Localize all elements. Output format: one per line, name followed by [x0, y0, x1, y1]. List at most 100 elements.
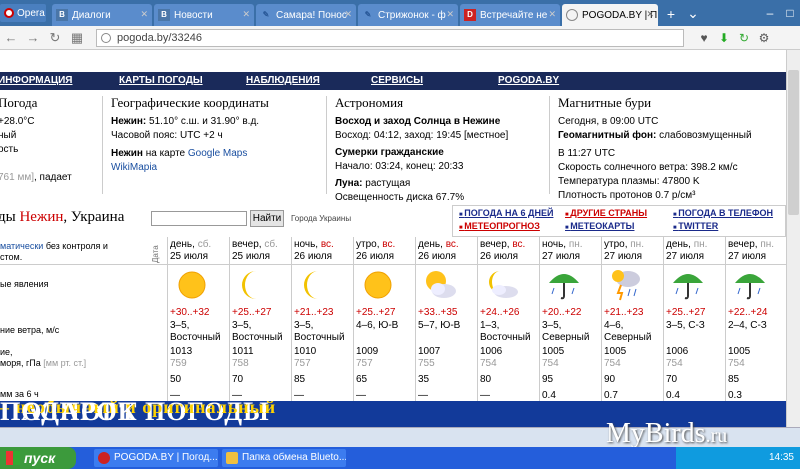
day-of-week: пн. — [760, 239, 775, 250]
column-divider — [725, 237, 726, 401]
nav-link-services[interactable]: СЕРВИСЫ — [371, 75, 423, 86]
start-button[interactable]: пуск — [0, 447, 76, 469]
google-maps-link[interactable]: Google Maps — [188, 148, 247, 159]
windows-taskbar: пуск POGODA.BY | Погод... Папка обмена B… — [0, 447, 800, 469]
link-phone[interactable]: ПОГОДА В ТЕЛЕФОН — [673, 208, 773, 218]
tab-close-icon[interactable]: ✕ — [646, 9, 654, 20]
clock: 14:35 — [768, 452, 794, 463]
wind-direction: Северный — [604, 332, 652, 343]
humidity: 35 — [418, 374, 430, 385]
reload-icon[interactable]: ↻ — [44, 30, 66, 46]
column-divider — [326, 96, 327, 194]
period: день, — [666, 239, 691, 250]
pressure-mm: 754 — [480, 358, 497, 369]
pressure-mm: 754 — [604, 358, 621, 369]
weather-moon-icon — [298, 267, 334, 303]
date: 27 июля — [666, 251, 705, 262]
city-search-row: ды Нежин, Украина Найти Города Украины П… — [0, 205, 786, 237]
date: 27 июля — [604, 251, 643, 262]
magnetic-col: Магнитные бури Сегодня, в 09:00 UTC Геом… — [558, 96, 784, 203]
update-icon[interactable]: ↻ — [734, 31, 754, 45]
download-arrow-icon[interactable]: ⬇ — [714, 31, 734, 45]
period: вечер, — [232, 239, 262, 250]
nav-link-info[interactable]: ИНФОРМАЦИЯ — [0, 75, 73, 86]
tab-close-icon[interactable]: ✕ — [344, 9, 352, 20]
wind-direction: Северный — [542, 332, 590, 343]
period: утро, — [356, 239, 380, 250]
city-search-input[interactable] — [151, 211, 247, 226]
opera-menu-button[interactable]: Opera — [0, 4, 46, 22]
window-controls: – □ — [760, 6, 800, 20]
forecast-col-header: ночь, пн. 27 июля — [542, 239, 602, 263]
speed-dial-grid-icon[interactable]: ▦ — [66, 30, 88, 46]
tab-dialogs[interactable]: В Диалоги ✕ — [52, 4, 152, 26]
column-divider — [102, 96, 103, 194]
weather-sun-icon — [360, 267, 396, 303]
wind-speed: 2–4, С-З — [728, 320, 767, 331]
tab-meet[interactable]: D Встречайте не ✕ — [460, 4, 560, 26]
date: 25 июля — [232, 251, 271, 262]
tab-pogoda-active[interactable]: POGODA.BY | П ✕ — [562, 4, 658, 26]
url-input[interactable]: pogoda.by/33246 — [96, 28, 684, 47]
forward-arrow-icon[interactable]: → — [22, 30, 44, 45]
tab-strizhonok[interactable]: ✎ Стрижонок - ф ✕ — [358, 4, 458, 26]
wind-speed: 3–5, — [294, 320, 314, 331]
forecast-col-header: вечер, вс. 26 июля — [480, 239, 540, 263]
back-arrow-icon[interactable]: ← — [0, 30, 22, 45]
forecast-col-header: вечер, сб. 25 июля — [232, 239, 292, 263]
windows-logo-icon — [6, 451, 20, 465]
new-tab-plus-icon[interactable]: + — [660, 6, 682, 22]
humidity: 65 — [356, 374, 368, 385]
wikimapia-link[interactable]: WikiMapia — [111, 161, 321, 175]
row-label-pressure: ие, моря, гПа [мм рт. ст.] — [0, 347, 87, 368]
nav-link-maps[interactable]: КАРТЫ ПОГОДЫ — [119, 75, 203, 86]
tab-close-icon[interactable]: ✕ — [140, 9, 148, 20]
tab-news[interactable]: В Новости ✕ — [154, 4, 254, 26]
cities-link[interactable]: Города Украины — [291, 214, 351, 223]
link-twitter[interactable]: TWITTER — [673, 221, 718, 231]
tab-close-icon[interactable]: ✕ — [242, 9, 250, 20]
settings-gear-icon[interactable]: ⚙ — [754, 31, 774, 45]
pressure-hpa: 1006 — [480, 346, 503, 357]
link-meteoforecast[interactable]: МЕТЕОПРОГНОЗ — [459, 221, 540, 231]
taskbar-item-pogoda[interactable]: POGODA.BY | Погод... — [94, 449, 218, 467]
pressure-mm: 755 — [418, 358, 435, 369]
tab-samara[interactable]: ✎ Самара! Понос ✕ — [256, 4, 356, 26]
nav-link-pogoda[interactable]: POGODA.BY — [498, 75, 559, 86]
link-other-countries[interactable]: ДРУГИЕ СТРАНЫ — [565, 208, 647, 218]
minimize-icon[interactable]: – — [760, 6, 780, 20]
page-scrollbar[interactable] — [786, 50, 800, 427]
pressure-mm: 754 — [728, 358, 745, 369]
heart-icon[interactable]: ♥ — [694, 31, 714, 45]
pressure-hpa: 1009 — [356, 346, 379, 357]
day-of-week: сб. — [197, 239, 212, 250]
taskbar-item-bluetooth[interactable]: Папка обмена Blueto... — [222, 449, 346, 467]
column-divider — [229, 237, 230, 401]
temperature: +21..+23 — [294, 307, 334, 318]
period: ночь, — [542, 239, 567, 250]
nav-link-observations[interactable]: НАБЛЮДЕНИЯ — [246, 75, 320, 86]
wind-speed: 1–3, — [480, 320, 500, 331]
temperature: +20..+22 — [542, 307, 582, 318]
scrollbar-thumb[interactable] — [788, 70, 799, 215]
tab-close-icon[interactable]: ✕ — [548, 9, 556, 20]
pressure-mm: 758 — [232, 358, 249, 369]
temperature: +25..+27 — [232, 307, 272, 318]
row-label-phenomena: ые явления — [0, 279, 49, 289]
wind-speed: 3–5, — [542, 320, 562, 331]
link-6days[interactable]: ПОГОДА НА 6 ДНЕЙ — [459, 208, 553, 218]
forecast-col-header: вечер, пн. 27 июля — [728, 239, 788, 263]
page-title: ды Нежин, Украина — [0, 209, 125, 225]
weather-rain-icon — [732, 267, 768, 303]
current-weather-col: Погода +28.0°C ный ость 761 мм], падает — [0, 96, 98, 185]
tab-menu-chevron-icon[interactable]: ⌄ — [682, 5, 704, 22]
date: 25 июля — [170, 251, 209, 262]
current-temp: +28.0°C — [0, 116, 35, 127]
watermark: MyBirds.ru — [606, 418, 728, 449]
vk-icon: В — [56, 9, 68, 21]
maximize-icon[interactable]: □ — [780, 6, 800, 20]
tab-close-icon[interactable]: ✕ — [446, 9, 454, 20]
search-button[interactable]: Найти — [250, 210, 284, 227]
link-meteomaps[interactable]: МЕТЕОКАРТЫ — [565, 221, 634, 231]
wind-speed: 5–7, Ю-В — [418, 320, 461, 331]
